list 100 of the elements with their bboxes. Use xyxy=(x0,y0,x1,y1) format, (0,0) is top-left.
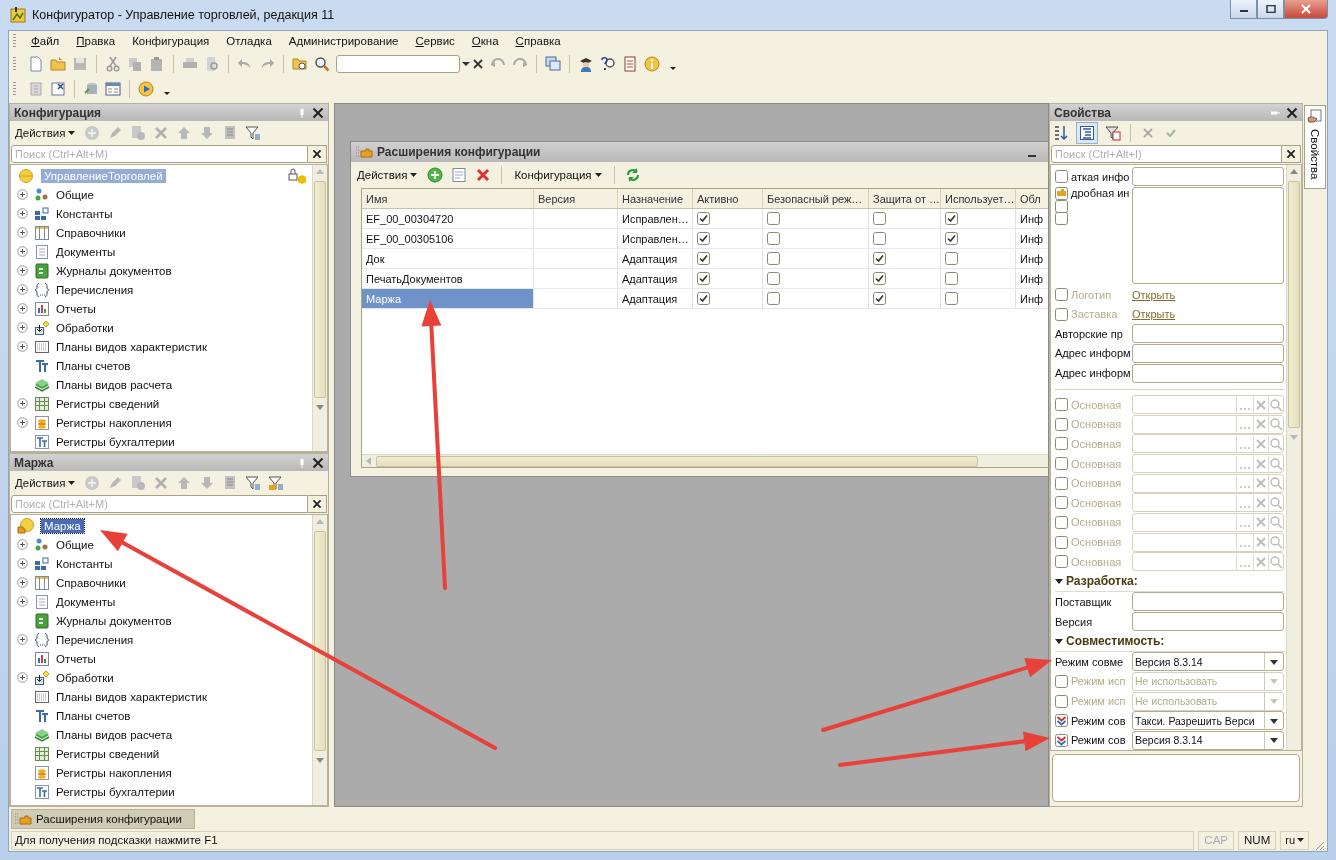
checkbox[interactable] xyxy=(873,292,886,305)
clear-icon[interactable] xyxy=(1282,145,1301,163)
column-header[interactable]: Имя xyxy=(362,189,534,208)
text-field[interactable] xyxy=(1132,343,1284,363)
ellipsis-icon[interactable] xyxy=(1236,416,1253,433)
copy-icon[interactable] xyxy=(130,475,147,491)
filter-icon[interactable] xyxy=(245,475,262,491)
toggle-button[interactable] xyxy=(1076,122,1098,144)
menu-item[interactable]: Окна xyxy=(463,34,507,48)
window-tab[interactable]: Расширения конфигурации xyxy=(11,809,195,829)
text-field[interactable] xyxy=(1132,592,1284,612)
pin-icon[interactable] xyxy=(298,457,306,468)
expand-icon[interactable] xyxy=(17,539,28,550)
tree-item[interactable]: Общие xyxy=(56,188,94,201)
clear-icon[interactable] xyxy=(308,495,327,513)
tree-item[interactable]: Планы видов характеристик xyxy=(56,340,207,353)
tree-item[interactable]: Планы видов характеристик xyxy=(56,690,207,703)
table-cell[interactable]: EF_00_00305106 xyxy=(362,229,534,248)
expand-icon[interactable] xyxy=(17,398,28,409)
tree-item[interactable]: Регистры сведений xyxy=(56,397,160,410)
close-icon[interactable] xyxy=(312,106,324,119)
reference-field[interactable] xyxy=(1132,473,1284,493)
checkbox[interactable] xyxy=(697,292,710,305)
tree-item[interactable]: Отчеты xyxy=(56,302,96,315)
checkbox[interactable] xyxy=(767,232,780,245)
dropdown-field[interactable]: Версия 8.3.14 xyxy=(1132,652,1284,672)
language-button[interactable]: ru xyxy=(1280,830,1309,850)
text-field[interactable] xyxy=(1132,612,1284,632)
maximize-button[interactable] xyxy=(1257,0,1284,19)
tree-item[interactable]: Отчеты xyxy=(56,652,96,665)
expand-icon[interactable] xyxy=(17,417,28,428)
table-check-icon[interactable] xyxy=(50,80,66,97)
refresh-icon[interactable] xyxy=(624,167,641,183)
text-area[interactable] xyxy=(1132,186,1284,284)
windows-icon[interactable] xyxy=(545,55,561,72)
expand-icon[interactable] xyxy=(17,558,28,569)
expand-icon[interactable] xyxy=(17,227,28,238)
reference-field[interactable] xyxy=(1132,512,1284,532)
checkbox[interactable] xyxy=(697,212,710,225)
ellipsis-icon[interactable] xyxy=(1236,514,1253,531)
checkbox[interactable] xyxy=(767,292,780,305)
expand-icon[interactable] xyxy=(17,303,28,314)
tree-item[interactable]: Планы счетов xyxy=(56,709,131,722)
checkbox[interactable] xyxy=(945,272,958,285)
expand-icon[interactable] xyxy=(17,322,28,333)
reference-field[interactable] xyxy=(1132,532,1284,552)
pin-icon[interactable] xyxy=(298,107,306,118)
tree-item[interactable]: Справочники xyxy=(56,576,126,589)
play-icon[interactable] xyxy=(138,80,154,97)
checkbox[interactable] xyxy=(945,212,958,225)
form-icon[interactable] xyxy=(451,167,468,183)
clipboard-icon[interactable] xyxy=(149,55,165,72)
tree-item[interactable]: Регистры накопления xyxy=(56,416,172,429)
collapse-icon[interactable] xyxy=(1055,637,1063,646)
expand-icon[interactable] xyxy=(17,672,28,683)
reference-field[interactable] xyxy=(1132,434,1284,454)
menu-item[interactable]: Сервис xyxy=(407,34,463,48)
checkbox[interactable] xyxy=(697,272,710,285)
expand-icon[interactable] xyxy=(17,208,28,219)
expand-icon[interactable] xyxy=(17,265,28,276)
filter-icon[interactable] xyxy=(1105,125,1121,141)
scrollbar[interactable] xyxy=(362,454,1048,467)
scissors-icon[interactable] xyxy=(105,55,121,72)
search-field[interactable]: Поиск (Ctrl+Alt+I) xyxy=(1051,145,1282,163)
ellipsis-icon[interactable] xyxy=(1236,494,1253,511)
ellipsis-icon[interactable] xyxy=(1236,396,1253,413)
tree-item[interactable]: Обработки xyxy=(56,671,114,684)
tree-item[interactable]: Журналы документов xyxy=(56,614,172,627)
checkbox[interactable] xyxy=(697,252,710,265)
ellipsis-icon[interactable] xyxy=(1236,435,1253,452)
tree-item[interactable]: Планы счетов xyxy=(56,359,131,372)
search-field[interactable] xyxy=(336,54,460,73)
folder-icon[interactable] xyxy=(50,55,66,72)
arrow-down-icon[interactable] xyxy=(199,125,216,141)
tree-item[interactable]: Планы видов расчета xyxy=(56,378,173,391)
checkbox[interactable] xyxy=(1055,714,1068,728)
delete-icon[interactable] xyxy=(153,475,170,491)
tree-item[interactable]: Регистры накопления xyxy=(56,766,172,779)
close-icon[interactable] xyxy=(312,456,324,469)
expand-icon[interactable] xyxy=(17,246,28,257)
menu-item[interactable]: Администрирование xyxy=(280,34,407,48)
menu-item[interactable]: Правка xyxy=(68,34,124,48)
text-field[interactable] xyxy=(1132,324,1284,344)
info-icon[interactable] xyxy=(644,55,660,72)
tree-item[interactable]: Регистры сведений xyxy=(56,747,160,760)
document-icon[interactable] xyxy=(28,55,44,72)
scrollbar[interactable] xyxy=(312,165,327,451)
reference-field[interactable] xyxy=(1132,414,1284,434)
tree-item[interactable]: Регистры бухгалтерии xyxy=(56,785,175,798)
form-icon[interactable] xyxy=(105,80,121,97)
tree-item[interactable]: Константы xyxy=(56,557,113,570)
table-cell[interactable]: EF_00_00304720 xyxy=(362,209,534,228)
close-button[interactable] xyxy=(1284,0,1328,19)
checkbox[interactable] xyxy=(767,272,780,285)
resize-grip-icon[interactable] xyxy=(1313,839,1325,851)
table-cell[interactable]: ПечатьДокументов xyxy=(362,269,534,288)
reference-field[interactable] xyxy=(1132,395,1284,415)
arrow-up-icon[interactable] xyxy=(176,475,193,491)
tree-item[interactable]: Документы xyxy=(56,245,116,258)
filter-icon[interactable] xyxy=(245,125,262,141)
